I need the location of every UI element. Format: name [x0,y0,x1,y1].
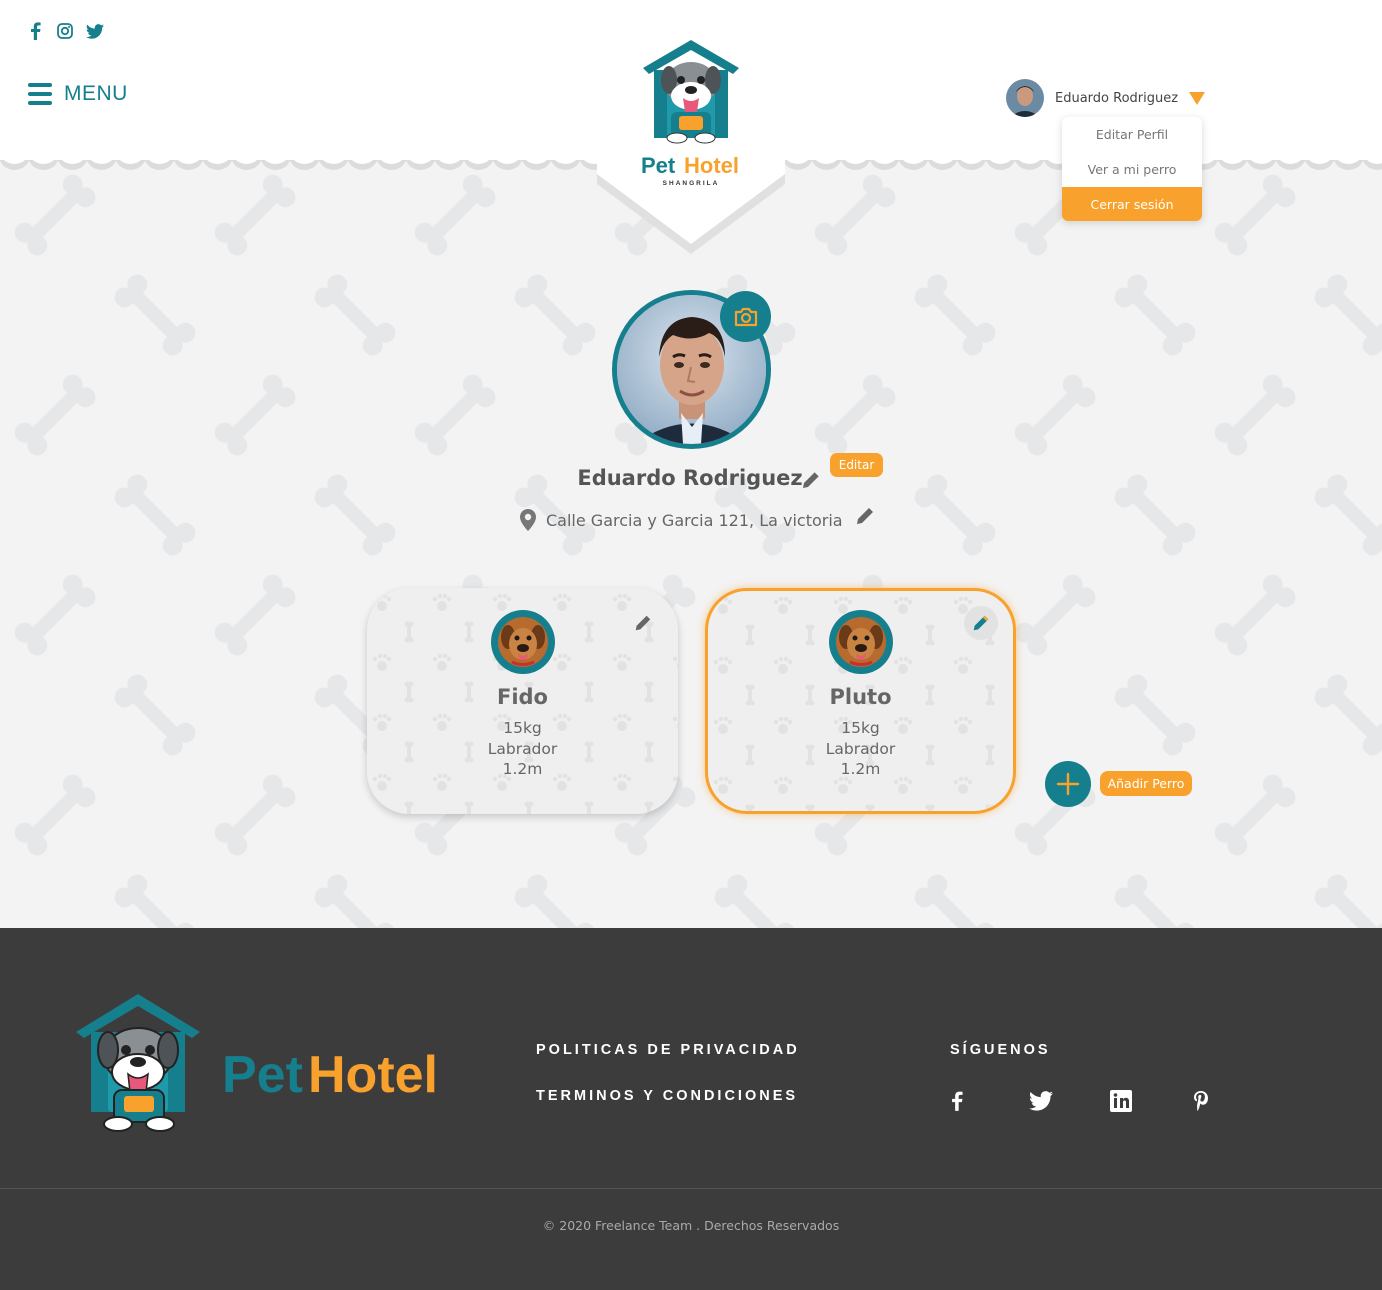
footer-logo-word-pet: Pet [222,1046,303,1104]
add-dog-button[interactable] [1045,761,1091,807]
facebook-icon[interactable] [26,20,44,42]
dog-details: 15kg Labrador 1.2m [708,718,1013,780]
user-name: Eduardo Rodriguez [1055,90,1179,106]
edit-address-button[interactable] [854,505,876,527]
pencil-icon [973,615,989,631]
menu-item-logout[interactable]: Cerrar sesión [1062,187,1202,221]
add-dog-label[interactable]: Añadir Perro [1100,771,1192,796]
pencil-icon [857,508,873,524]
dog-height: 1.2m [840,760,881,778]
footer-logo-word-hotel: Hotel [308,1046,436,1104]
pinterest-icon[interactable] [1188,1088,1214,1114]
copyright-text: © 2020 Freelance Team . Derechos Reserva… [542,1218,840,1233]
pet-hotel-logo[interactable]: Pet Hotel SHANGRILA [597,0,785,258]
footer-logo[interactable]: Pet Hotel [76,994,436,1136]
dog-weight: 15kg [841,719,880,737]
dog-name: Pluto [829,685,892,709]
edit-profile-badge[interactable]: Editar [830,453,883,477]
menu-item-view-dog[interactable]: Ver a mi perro [1062,152,1202,187]
menu-label: MENU [64,82,128,105]
dog-breed: Labrador [825,739,896,758]
user-dropdown-menu: Editar Perfil Ver a mi perro Cerrar sesi… [1062,117,1202,221]
footer-divider [0,1188,1382,1189]
edit-dog-button[interactable] [626,606,660,640]
menu-item-edit-profile[interactable]: Editar Perfil [1062,117,1202,152]
change-photo-button[interactable] [720,291,771,342]
instagram-icon[interactable] [56,20,74,42]
hamburger-icon [28,83,52,105]
dog-avatar [490,610,555,674]
edit-name-button[interactable] [800,469,822,491]
menu-button[interactable]: MENU [28,82,128,106]
footer: Pet Hotel POLITICAS DE PRIVACIDAD TERMIN… [0,928,1382,1290]
user-menu-toggle[interactable]: Eduardo Rodriguez [1006,79,1206,117]
edit-dog-button[interactable] [964,606,998,640]
dog-breed: Labrador [487,739,558,758]
twitter-icon[interactable] [1028,1088,1054,1114]
follow-us-title: SÍGUENOS [950,1042,1051,1058]
dog-name: Fido [496,685,548,709]
dog-card-pluto[interactable]: Pluto 15kg Labrador 1.2m [705,588,1016,814]
pencil-icon [803,471,820,488]
dog-avatar [828,610,893,674]
logo-word-pet: Pet [641,153,676,178]
facebook-icon[interactable] [944,1088,970,1114]
user-avatar [1006,79,1044,117]
linkedin-icon[interactable] [1108,1088,1134,1114]
twitter-icon[interactable] [86,20,104,42]
dog-height: 1.2m [502,760,543,778]
camera-icon [734,307,757,326]
dog-details: 15kg Labrador 1.2m [367,718,678,780]
logo-word-hotel: Hotel [684,153,739,178]
header-social-links [26,20,104,42]
location-pin-icon [520,509,536,531]
privacy-policy-link[interactable]: POLITICAS DE PRIVACIDAD [536,1042,800,1058]
address-row: Calle Garcia y Garcia 121, La victoria [518,508,843,532]
chevron-down-icon [1189,91,1206,105]
plus-icon [1056,772,1080,796]
bone-pattern-background [0,160,1382,928]
pencil-icon [635,615,651,631]
dog-card-fido[interactable]: Fido 15kg Labrador 1.2m [367,588,678,814]
dog-weight: 15kg [503,719,542,737]
logo-subtitle: SHANGRILA [663,180,720,187]
terms-link[interactable]: TERMINOS Y CONDICIONES [536,1088,798,1104]
profile-name: Eduardo Rodriguez [577,466,803,490]
profile-address: Calle Garcia y Garcia 121, La victoria [546,510,843,530]
